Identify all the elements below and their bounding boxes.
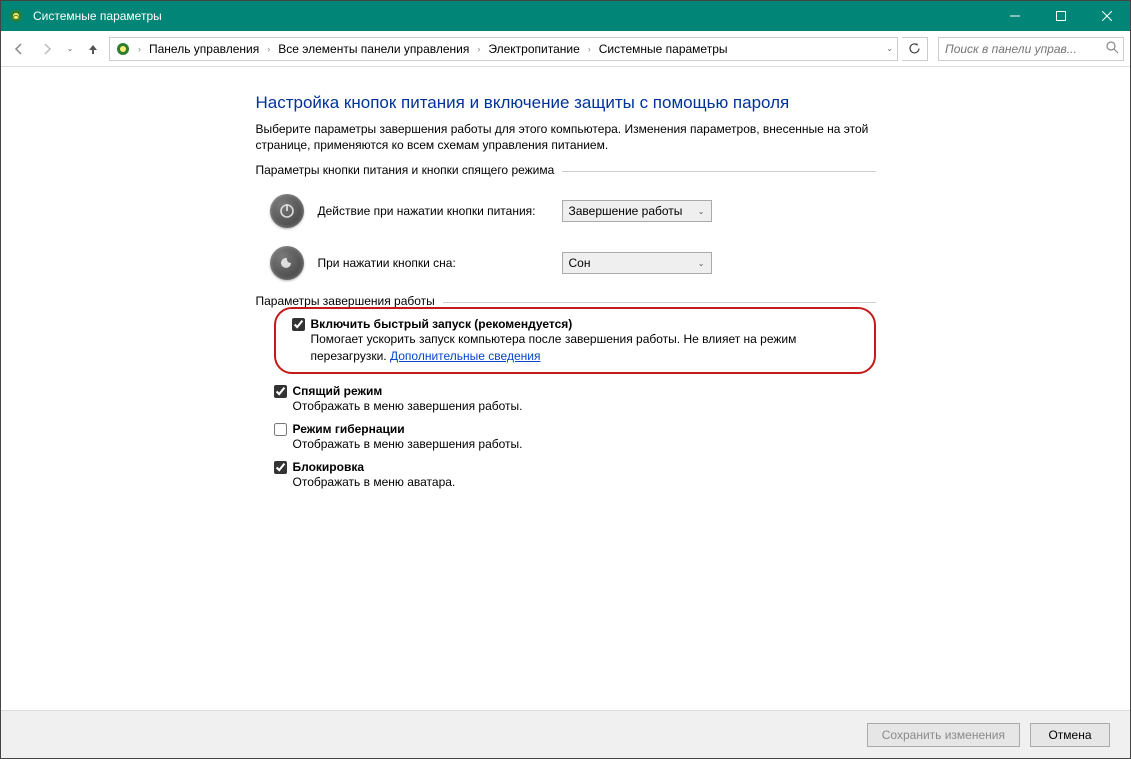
fast-startup-title: Включить быстрый запуск (рекомендуется) <box>311 317 573 331</box>
page-title: Настройка кнопок питания и включение защ… <box>256 93 876 113</box>
recent-dropdown[interactable]: ⌄ <box>63 44 77 53</box>
row-power-button-action: Действие при нажатии кнопки питания: Зав… <box>270 194 876 228</box>
hibernate-title: Режим гибернации <box>293 422 405 436</box>
sleep-button-action-label: При нажатии кнопки сна: <box>318 256 548 270</box>
sleep-icon <box>270 246 304 280</box>
option-lock: Блокировка Отображать в меню аватара. <box>274 460 876 490</box>
chevron-down-icon: ⌄ <box>698 207 705 216</box>
app-icon <box>1 8 31 24</box>
search-box[interactable] <box>938 37 1124 61</box>
forward-button[interactable] <box>35 37 59 61</box>
option-sleep: Спящий режим Отображать в меню завершени… <box>274 384 876 414</box>
fast-startup-desc-text: Помогает ускорить запуск компьютера посл… <box>311 332 797 362</box>
maximize-button[interactable] <box>1038 1 1084 31</box>
cancel-button[interactable]: Отмена <box>1030 723 1110 747</box>
chevron-right-icon: › <box>134 44 145 54</box>
power-icon <box>270 194 304 228</box>
power-button-action-label: Действие при нажатии кнопки питания: <box>318 204 548 218</box>
hibernate-checkbox[interactable] <box>274 423 287 436</box>
search-input[interactable] <box>943 39 1106 59</box>
window-title: Системные параметры <box>31 9 162 23</box>
save-button[interactable]: Сохранить изменения <box>867 723 1020 747</box>
dropdown-value: Завершение работы <box>569 204 683 218</box>
sleep-title: Спящий режим <box>293 384 383 398</box>
sleep-desc: Отображать в меню завершения работы. <box>293 398 876 414</box>
control-panel-icon <box>114 41 132 57</box>
address-bar[interactable]: › Панель управления › Все элементы панел… <box>109 37 898 61</box>
lock-desc: Отображать в меню аватара. <box>293 474 876 490</box>
crumb-system-settings[interactable]: Системные параметры <box>597 42 730 56</box>
crumb-control-panel[interactable]: Панель управления <box>147 42 261 56</box>
refresh-button[interactable] <box>902 37 928 61</box>
hibernate-desc: Отображать в меню завершения работы. <box>293 436 876 452</box>
crumb-power[interactable]: Электропитание <box>486 42 581 56</box>
option-hibernate: Режим гибернации Отображать в меню завер… <box>274 422 876 452</box>
page-description: Выберите параметры завершения работы для… <box>256 121 876 153</box>
dropdown-value: Сон <box>569 256 591 270</box>
chevron-right-icon: › <box>263 44 274 54</box>
chevron-down-icon: ⌄ <box>698 259 705 268</box>
group-legend: Параметры кнопки питания и кнопки спящег… <box>256 163 563 177</box>
chevron-right-icon: › <box>584 44 595 54</box>
content-area: Настройка кнопок питания и включение защ… <box>1 67 1130 710</box>
close-button[interactable] <box>1084 1 1130 31</box>
power-button-action-dropdown[interactable]: Завершение работы ⌄ <box>562 200 712 222</box>
sleep-checkbox[interactable] <box>274 385 287 398</box>
group-power-buttons: Параметры кнопки питания и кнопки спящег… <box>256 171 876 280</box>
fast-startup-checkbox[interactable] <box>292 318 305 331</box>
up-button[interactable] <box>81 37 105 61</box>
sleep-button-action-dropdown[interactable]: Сон ⌄ <box>562 252 712 274</box>
minimize-button[interactable] <box>992 1 1038 31</box>
lock-title: Блокировка <box>293 460 365 474</box>
address-dropdown-icon[interactable]: ⌄ <box>880 44 893 53</box>
chevron-right-icon: › <box>473 44 484 54</box>
search-icon <box>1106 41 1119 57</box>
footer-bar: Сохранить изменения Отмена <box>1 710 1130 758</box>
crumb-all-items[interactable]: Все элементы панели управления <box>276 42 471 56</box>
group-legend: Параметры завершения работы <box>256 294 443 308</box>
option-fast-startup: Включить быстрый запуск (рекомендуется) … <box>274 307 876 373</box>
row-sleep-button-action: При нажатии кнопки сна: Сон ⌄ <box>270 246 876 280</box>
nav-row: ⌄ › Панель управления › Все элементы пан… <box>1 31 1130 67</box>
fast-startup-more-link[interactable]: Дополнительные сведения <box>390 349 540 363</box>
lock-checkbox[interactable] <box>274 461 287 474</box>
fast-startup-desc: Помогает ускорить запуск компьютера посл… <box>311 331 860 363</box>
group-shutdown-settings: Параметры завершения работы Включить быс… <box>256 302 876 490</box>
back-button[interactable] <box>7 37 31 61</box>
titlebar: Системные параметры <box>1 1 1130 31</box>
